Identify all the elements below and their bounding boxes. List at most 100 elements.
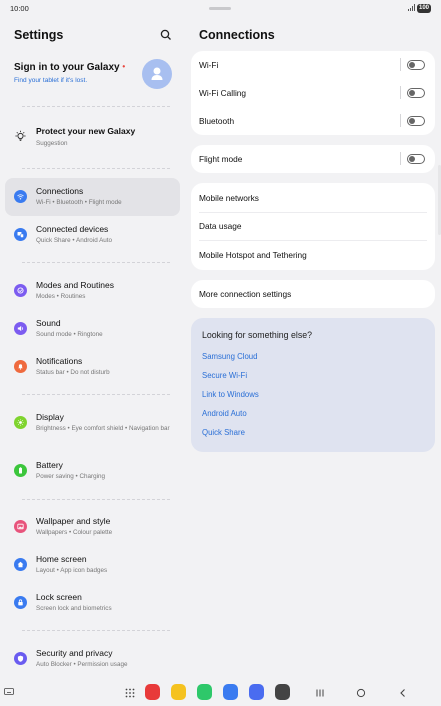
link-secure-wifi[interactable]: Secure Wi-Fi bbox=[202, 371, 247, 380]
shield-icon bbox=[14, 652, 27, 665]
wireless-card: Wi-Fi Wi-Fi Calling Bluetooth bbox=[191, 51, 435, 135]
drag-handle[interactable] bbox=[209, 7, 231, 10]
sidebar-item-subtitle: Wi-Fi • Bluetooth • Flight mode bbox=[36, 199, 122, 206]
link-quick-share[interactable]: Quick Share bbox=[202, 428, 245, 437]
photo-icon[interactable] bbox=[145, 684, 160, 700]
apps-grid-icon[interactable] bbox=[125, 688, 135, 698]
back-icon[interactable] bbox=[398, 688, 408, 698]
looking-for-card: Looking for something else? Samsung Clou… bbox=[191, 318, 435, 452]
network-card: Mobile networks Data usage Mobile Hotspo… bbox=[191, 183, 435, 270]
bluetooth-row[interactable]: Bluetooth bbox=[191, 107, 435, 135]
sidebar-item-display[interactable]: Display Brightness • Eye comfort shield … bbox=[5, 404, 180, 450]
sidebar-item-modes-routines[interactable]: Modes and Routines Modes • Routines bbox=[5, 272, 180, 310]
wifi-toggle[interactable] bbox=[407, 60, 425, 70]
notifications-icon bbox=[14, 360, 27, 373]
link-samsung-cloud[interactable]: Samsung Cloud bbox=[202, 352, 257, 361]
recent-apps-icon[interactable] bbox=[315, 688, 325, 698]
more-connection-settings-label: More connection settings bbox=[199, 289, 292, 299]
keyboard-icon[interactable] bbox=[4, 688, 14, 696]
wifi-calling-row[interactable]: Wi-Fi Calling bbox=[191, 79, 435, 107]
folder-icon[interactable] bbox=[171, 684, 186, 700]
battery-indicator: 100 bbox=[417, 4, 431, 13]
mobile-networks-label: Mobile networks bbox=[199, 193, 259, 203]
sidebar-item-lock-screen[interactable]: Lock screen Screen lock and biometrics bbox=[5, 584, 180, 622]
hotspot-row[interactable]: Mobile Hotspot and Tethering bbox=[191, 241, 435, 269]
wifi-row[interactable]: Wi-Fi bbox=[191, 51, 435, 79]
divider bbox=[22, 630, 170, 631]
sidebar-item-battery[interactable]: Battery Power saving • Charging bbox=[5, 452, 180, 490]
sign-in-subtitle[interactable]: Find your tablet if it's lost. bbox=[14, 77, 125, 84]
sidebar-item-subtitle: Modes • Routines bbox=[36, 293, 86, 300]
sidebar-item-security-privacy[interactable]: Security and privacy Auto Blocker • Perm… bbox=[5, 640, 180, 678]
hotspot-label: Mobile Hotspot and Tethering bbox=[199, 250, 307, 260]
alert-dot-icon: • bbox=[122, 62, 126, 71]
battery-icon bbox=[14, 464, 27, 477]
sidebar-item-wallpaper-style[interactable]: Wallpaper and style Wallpapers • Colour … bbox=[5, 508, 180, 546]
flight-mode-toggle[interactable] bbox=[407, 154, 425, 164]
wifi-calling-toggle[interactable] bbox=[407, 88, 425, 98]
protect-title: Protect your new Galaxy bbox=[36, 126, 136, 136]
camera-icon[interactable] bbox=[275, 684, 290, 700]
link-link-to-windows[interactable]: Link to Windows bbox=[202, 390, 259, 399]
lock-icon bbox=[14, 596, 27, 609]
divider bbox=[22, 262, 170, 263]
sidebar-item-subtitle: Power saving • Charging bbox=[36, 473, 106, 480]
modes-icon bbox=[14, 284, 27, 297]
bluetooth-label: Bluetooth bbox=[199, 116, 235, 126]
sidebar-item-subtitle: Auto Blocker • Permission usage bbox=[36, 661, 128, 668]
link-android-auto[interactable]: Android Auto bbox=[202, 409, 247, 418]
sidebar-item-title: Sound bbox=[36, 318, 61, 328]
sidebar-item-subtitle: Quick Share • Android Auto bbox=[36, 237, 113, 244]
home-button-icon[interactable] bbox=[356, 688, 366, 698]
sidebar-item-subtitle: Status bar • Do not disturb bbox=[36, 369, 110, 376]
flight-mode-row[interactable]: Flight mode bbox=[191, 145, 435, 173]
status-bar: 10:00 100 bbox=[0, 0, 441, 18]
sidebar-item-connected-devices[interactable]: Connected devices Quick Share • Android … bbox=[5, 216, 180, 254]
sidebar-item-subtitle: Wallpapers • Colour palette bbox=[36, 529, 113, 536]
phone-icon[interactable] bbox=[197, 684, 212, 700]
protect-galaxy-item[interactable]: Protect your new Galaxy Suggestion bbox=[5, 117, 180, 159]
person-icon bbox=[151, 67, 163, 80]
flight-mode-label: Flight mode bbox=[199, 154, 243, 164]
sidebar-item-title: Notifications bbox=[36, 356, 83, 366]
sidebar-item-subtitle: Brightness • Eye comfort shield • Naviga… bbox=[36, 425, 170, 432]
divider bbox=[22, 394, 170, 395]
row-separator bbox=[400, 58, 401, 71]
protect-subtitle: Suggestion bbox=[36, 140, 68, 147]
wifi-calling-label: Wi-Fi Calling bbox=[199, 88, 247, 98]
sidebar-item-title: Security and privacy bbox=[36, 648, 113, 658]
mobile-networks-row[interactable]: Mobile networks bbox=[191, 184, 435, 212]
data-usage-label: Data usage bbox=[199, 221, 242, 231]
browser-icon[interactable] bbox=[249, 684, 264, 700]
sidebar-item-title: Modes and Routines bbox=[36, 280, 114, 290]
wifi-icon bbox=[14, 190, 27, 203]
divider bbox=[22, 499, 170, 500]
connections-pane: Connections Wi-Fi Wi-Fi Calling Bluetoot… bbox=[186, 18, 441, 680]
data-usage-row[interactable]: Data usage bbox=[191, 212, 435, 240]
sidebar-item-home-screen[interactable]: Home screen Layout • App icon badges bbox=[5, 546, 180, 584]
avatar[interactable] bbox=[142, 59, 172, 89]
sidebar-item-title: Connected devices bbox=[36, 224, 109, 234]
connected-devices-icon bbox=[14, 228, 27, 241]
settings-title: Settings bbox=[14, 28, 64, 42]
divider bbox=[22, 106, 170, 107]
signal-icon bbox=[408, 4, 415, 11]
wifi-label: Wi-Fi bbox=[199, 60, 219, 70]
flight-card: Flight mode bbox=[191, 145, 435, 173]
search-icon[interactable] bbox=[160, 29, 172, 41]
messages-icon[interactable] bbox=[223, 684, 238, 700]
sign-in-account[interactable]: Sign in to your Galaxy • Find your table… bbox=[14, 62, 125, 84]
row-separator bbox=[400, 114, 401, 127]
sidebar-item-subtitle: Layout • App icon badges bbox=[36, 567, 108, 574]
sidebar-item-title: Lock screen bbox=[36, 592, 82, 602]
bluetooth-toggle[interactable] bbox=[407, 116, 425, 126]
sidebar-item-sound[interactable]: Sound Sound mode • Ringtone bbox=[5, 310, 180, 348]
sidebar-item-notifications[interactable]: Notifications Status bar • Do not distur… bbox=[5, 348, 180, 386]
navigation-bar bbox=[0, 680, 441, 706]
more-connection-settings-row[interactable]: More connection settings bbox=[191, 280, 435, 308]
display-icon bbox=[14, 416, 27, 429]
sidebar-item-title: Home screen bbox=[36, 554, 87, 564]
sidebar-item-connections[interactable]: Connections Wi-Fi • Bluetooth • Flight m… bbox=[5, 178, 180, 216]
lightbulb-icon bbox=[15, 130, 26, 142]
status-time: 10:00 bbox=[10, 4, 29, 13]
